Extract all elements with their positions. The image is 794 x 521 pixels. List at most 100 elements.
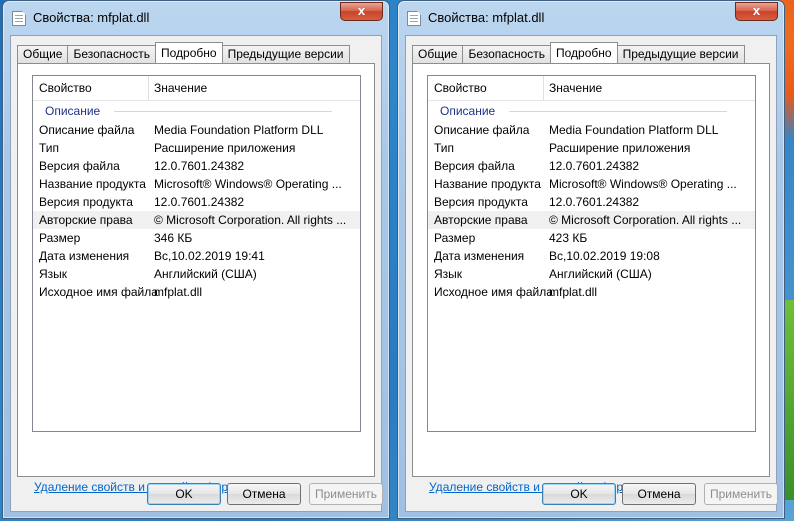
list-item[interactable]: Название продукта Microsoft® Windows® Ope… (428, 175, 755, 193)
property-name: Язык (434, 267, 463, 281)
close-button[interactable]: x (340, 2, 383, 21)
apply-button[interactable]: Применить (309, 483, 383, 505)
list-item[interactable]: Версия продукта 12.0.7601.24382 (33, 193, 360, 211)
list-item-highlighted[interactable]: Авторские права © Microsoft Corporation. … (428, 211, 755, 229)
property-name: Тип (434, 141, 455, 155)
property-value: 12.0.7601.24382 (549, 159, 640, 173)
list-item[interactable]: Тип Расширение приложения (428, 139, 755, 157)
close-button[interactable]: x (735, 2, 778, 21)
property-name: Версия файла (434, 159, 515, 173)
property-name: Описание файла (39, 123, 135, 137)
property-value: Media Foundation Platform DLL (154, 123, 324, 137)
properties-list[interactable]: Свойство Значение Описание Описание файл… (427, 75, 756, 432)
list-item[interactable]: Исходное имя файла mfplat.dll (428, 283, 755, 301)
cancel-button[interactable]: Отмена (622, 483, 696, 505)
tab-security[interactable]: Безопасность (462, 45, 552, 63)
property-value: 423 КБ (549, 231, 588, 245)
list-item[interactable]: Описание файла Media Foundation Platform … (33, 121, 360, 139)
ok-button[interactable]: OK (542, 483, 616, 505)
property-value: Расширение приложения (154, 141, 296, 155)
properties-window-right: Свойства: mfplat.dll x Общие Безопасност… (397, 0, 785, 519)
property-value: Microsoft® Windows® Operating ... (549, 177, 737, 191)
tab-general[interactable]: Общие (412, 45, 464, 63)
column-header-value[interactable]: Значение (549, 81, 602, 95)
property-value: mfplat.dll (154, 285, 203, 299)
list-item[interactable]: Размер 423 КБ (428, 229, 755, 247)
list-item[interactable]: Тип Расширение приложения (33, 139, 360, 157)
section-divider (114, 111, 332, 112)
details-panel: Свойство Значение Описание Описание файл… (17, 63, 375, 494)
section-header: Описание (45, 104, 360, 120)
tab-strip: Общие Безопасность Подробно Предыдущие в… (17, 42, 350, 63)
column-headers: Свойство Значение (33, 76, 360, 101)
property-value: © Microsoft Corporation. All rights ... (154, 213, 347, 227)
tab-details[interactable]: Подробно (155, 42, 223, 63)
title-bar[interactable]: Свойства: mfplat.dll x (398, 1, 784, 35)
property-name: Язык (39, 267, 68, 281)
file-icon (12, 11, 26, 26)
list-item[interactable]: Язык Английский (США) (33, 265, 360, 283)
property-value: Вс,10.02.2019 19:08 (549, 249, 660, 263)
property-value: 12.0.7601.24382 (154, 159, 245, 173)
property-value: Вс,10.02.2019 19:41 (154, 249, 265, 263)
apply-button[interactable]: Применить (704, 483, 778, 505)
column-headers: Свойство Значение (428, 76, 755, 101)
dialog-body: Общие Безопасность Подробно Предыдущие в… (10, 35, 383, 512)
column-divider[interactable] (148, 76, 149, 100)
title-bar[interactable]: Свойства: mfplat.dll x (3, 1, 389, 35)
window-title: Свойства: mfplat.dll (428, 10, 545, 25)
column-header-value[interactable]: Значение (154, 81, 207, 95)
property-name: Авторские права (434, 213, 528, 227)
list-item[interactable]: Исходное имя файла mfplat.dll (33, 283, 360, 301)
column-divider[interactable] (543, 76, 544, 100)
property-name: Исходное имя файла (39, 285, 158, 299)
property-name: Название продукта (39, 177, 146, 191)
tab-previous-versions[interactable]: Предыдущие версии (616, 45, 745, 63)
property-name: Описание файла (434, 123, 530, 137)
property-value: mfplat.dll (549, 285, 598, 299)
property-value: Media Foundation Platform DLL (549, 123, 719, 137)
tab-security[interactable]: Безопасность (67, 45, 157, 63)
window-title: Свойства: mfplat.dll (33, 10, 150, 25)
list-item[interactable]: Версия файла 12.0.7601.24382 (428, 157, 755, 175)
section-label: Описание (45, 104, 101, 118)
list-item[interactable]: Описание файла Media Foundation Platform … (428, 121, 755, 139)
property-name: Название продукта (434, 177, 541, 191)
dialog-body: Общие Безопасность Подробно Предыдущие в… (405, 35, 778, 512)
list-item-highlighted[interactable]: Авторские права © Microsoft Corporation. … (33, 211, 360, 229)
property-name: Дата изменения (434, 249, 525, 263)
ok-button[interactable]: OK (147, 483, 221, 505)
section-divider (509, 111, 727, 112)
column-header-property[interactable]: Свойство (434, 81, 487, 95)
property-value: Английский (США) (154, 267, 257, 281)
property-name: Тип (39, 141, 60, 155)
property-name: Дата изменения (39, 249, 130, 263)
property-name: Версия продукта (39, 195, 133, 209)
property-name: Авторские права (39, 213, 133, 227)
tab-strip: Общие Безопасность Подробно Предыдущие в… (412, 42, 745, 63)
list-item[interactable]: Дата изменения Вс,10.02.2019 19:08 (428, 247, 755, 265)
property-value: Microsoft® Windows® Operating ... (154, 177, 342, 191)
property-value: Расширение приложения (549, 141, 691, 155)
properties-list[interactable]: Свойство Значение Описание Описание файл… (32, 75, 361, 432)
column-header-property[interactable]: Свойство (39, 81, 92, 95)
list-item[interactable]: Версия продукта 12.0.7601.24382 (428, 193, 755, 211)
property-name: Размер (39, 231, 81, 245)
property-name: Размер (434, 231, 476, 245)
property-value: 346 КБ (154, 231, 193, 245)
cancel-button[interactable]: Отмена (227, 483, 301, 505)
tab-previous-versions[interactable]: Предыдущие версии (221, 45, 350, 63)
details-panel: Свойство Значение Описание Описание файл… (412, 63, 770, 494)
section-label: Описание (440, 104, 496, 118)
property-value: © Microsoft Corporation. All rights ... (549, 213, 742, 227)
properties-window-left: Свойства: mfplat.dll x Общие Безопасност… (2, 0, 390, 519)
tab-general[interactable]: Общие (17, 45, 69, 63)
tab-details[interactable]: Подробно (550, 42, 618, 63)
property-value: 12.0.7601.24382 (549, 195, 640, 209)
list-item[interactable]: Дата изменения Вс,10.02.2019 19:41 (33, 247, 360, 265)
list-item[interactable]: Язык Английский (США) (428, 265, 755, 283)
list-item[interactable]: Размер 346 КБ (33, 229, 360, 247)
list-item[interactable]: Название продукта Microsoft® Windows® Ope… (33, 175, 360, 193)
property-value: 12.0.7601.24382 (154, 195, 245, 209)
list-item[interactable]: Версия файла 12.0.7601.24382 (33, 157, 360, 175)
